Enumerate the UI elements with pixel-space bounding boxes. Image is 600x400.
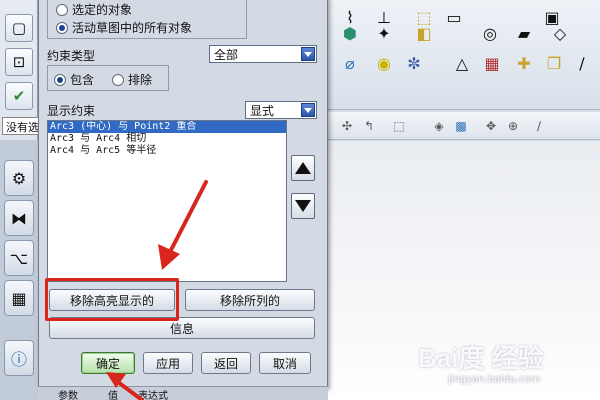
line-icon[interactable]: ∕ <box>530 117 548 135</box>
move-up-button[interactable] <box>291 155 315 181</box>
show-constraints-dropdown[interactable]: 显式 <box>245 101 317 119</box>
hole-icon[interactable]: ◎ <box>478 22 502 46</box>
radio-selected-objects-indicator[interactable] <box>56 3 68 16</box>
constraint-type-label: 约束类型 <box>47 49 96 63</box>
frame-icon[interactable]: ▭ <box>442 6 466 30</box>
show-remove-constraints-dialog: 选定的对象 活动草图中的所有对象 约束类型 全部 包含 排除 显示约束 显式 A… <box>38 0 328 388</box>
snap-point-icon[interactable]: ✣ <box>338 117 356 135</box>
arrow-down-icon <box>295 200 311 212</box>
radio-selected-objects[interactable]: 选定的对象 <box>56 1 132 18</box>
sketch-frame-icon[interactable]: ⊡ <box>5 48 33 76</box>
surface-icon[interactable]: ◇ <box>548 22 572 46</box>
part-navigator-tab-icon[interactable]: ⌥ <box>4 240 34 276</box>
params-column-header: 参数 <box>58 391 78 400</box>
cube-icon[interactable]: ◧ <box>412 22 436 46</box>
remove-all-listed-button[interactable]: 移除所列的 <box>185 289 315 311</box>
palette-tab-icon[interactable]: ▦ <box>4 280 34 316</box>
puzzle-icon[interactable]: ✚ <box>512 52 536 76</box>
select-body-icon[interactable]: ▩ <box>452 117 470 135</box>
radio-include-label: 包含 <box>70 73 95 87</box>
constraints-listbox[interactable]: Arc3 (中心) 与 Point2 重合 Arc3 与 Arc4 相切 Arc… <box>47 120 287 282</box>
list-item[interactable]: Arc4 与 Arc5 等半径 <box>48 145 286 157</box>
value-column-header: 值 <box>108 391 118 400</box>
chevron-down-icon[interactable] <box>301 103 315 117</box>
spring-icon[interactable]: ⌀ <box>338 52 362 76</box>
finish-sketch-check-icon[interactable]: ✔ <box>5 82 33 110</box>
top-toolbar: ⌇ ⊥ ⬚ ▭ ▣ ⬢ ✦ ◧ ◎ ▰ ◇ ⌀ ◉ ✼ △ ▦ ✚ ❒ ∕ <box>328 0 600 110</box>
graphics-window[interactable] <box>328 141 600 400</box>
expression-column-header: 表达式 <box>138 391 168 400</box>
list-item[interactable]: Arc3 (中心) 与 Point2 重合 <box>48 121 286 133</box>
move-down-button[interactable] <box>291 193 315 219</box>
show-constraints-dropdown-value: 显式 <box>250 103 275 118</box>
info-button[interactable]: 信息 <box>49 317 315 339</box>
select-face-icon[interactable]: ◈ <box>430 117 448 135</box>
expression-bar: 参数 值 表达式 <box>38 386 328 400</box>
select-rectangle-icon[interactable]: ⬚ <box>390 117 408 135</box>
snap-curve-icon[interactable]: ↰ <box>360 117 378 135</box>
radio-include[interactable]: 包含 <box>54 71 94 88</box>
constraint-type-dropdown[interactable]: 全部 <box>209 45 317 63</box>
object-selection-group: 选定的对象 活动草图中的所有对象 <box>47 0 247 39</box>
show-constraints-label: 显示约束 <box>47 104 96 118</box>
slab-icon[interactable]: ▰ <box>512 22 536 46</box>
layers-icon[interactable]: ❒ <box>542 52 566 76</box>
move-icon[interactable]: ✥ <box>482 117 500 135</box>
sketch-rectangle-icon[interactable]: ▢ <box>5 14 33 42</box>
cancel-button[interactable]: 取消 <box>259 352 311 374</box>
assembly-navigator-tab-icon[interactable]: ⚙ <box>4 160 34 196</box>
radio-all-sketch-objects[interactable]: 活动草图中的所有对象 <box>56 19 192 36</box>
apply-button[interactable]: 应用 <box>143 352 193 374</box>
dimension-icon[interactable]: ∕ <box>570 52 594 76</box>
constraint-navigator-tab-icon[interactable]: ⧓ <box>4 200 34 236</box>
list-item[interactable]: Arc3 与 Arc4 相切 <box>48 133 286 145</box>
sketch-constraint-icon[interactable]: ⬢ <box>338 22 362 46</box>
radio-all-sketch-objects-label: 活动草图中的所有对象 <box>72 21 193 35</box>
radio-all-sketch-objects-indicator[interactable] <box>56 21 68 34</box>
ok-button[interactable]: 确定 <box>81 352 135 374</box>
gear-icon[interactable]: ◉ <box>372 52 396 76</box>
table-icon[interactable]: ▦ <box>480 52 504 76</box>
info-tab-icon[interactable]: ⓘ <box>4 340 34 376</box>
radio-selected-objects-label: 选定的对象 <box>72 3 133 17</box>
include-exclude-group: 包含 排除 <box>47 65 169 91</box>
selection-toolbar: ✣ ↰ ⬚ ◈ ▩ ✥ ⊕ ∕ <box>328 112 600 140</box>
radio-exclude-indicator[interactable] <box>112 73 124 86</box>
pan-icon[interactable]: ⊕ <box>504 117 522 135</box>
resource-bar: ⚙ ⧓ ⌥ ▦ ⓘ <box>0 140 40 400</box>
arrow-up-icon <box>295 162 311 174</box>
remove-highlighted-button[interactable]: 移除高亮显示的 <box>49 289 175 311</box>
thread-icon[interactable]: ✼ <box>402 52 426 76</box>
triangle-icon[interactable]: △ <box>450 52 474 76</box>
radio-exclude-label: 排除 <box>128 73 153 87</box>
point-icon[interactable]: ✦ <box>372 22 396 46</box>
chevron-down-icon[interactable] <box>301 47 315 61</box>
radio-include-indicator[interactable] <box>54 73 66 86</box>
back-button[interactable]: 返回 <box>201 352 251 374</box>
radio-exclude[interactable]: 排除 <box>112 71 152 88</box>
constraint-type-dropdown-value: 全部 <box>214 47 239 62</box>
